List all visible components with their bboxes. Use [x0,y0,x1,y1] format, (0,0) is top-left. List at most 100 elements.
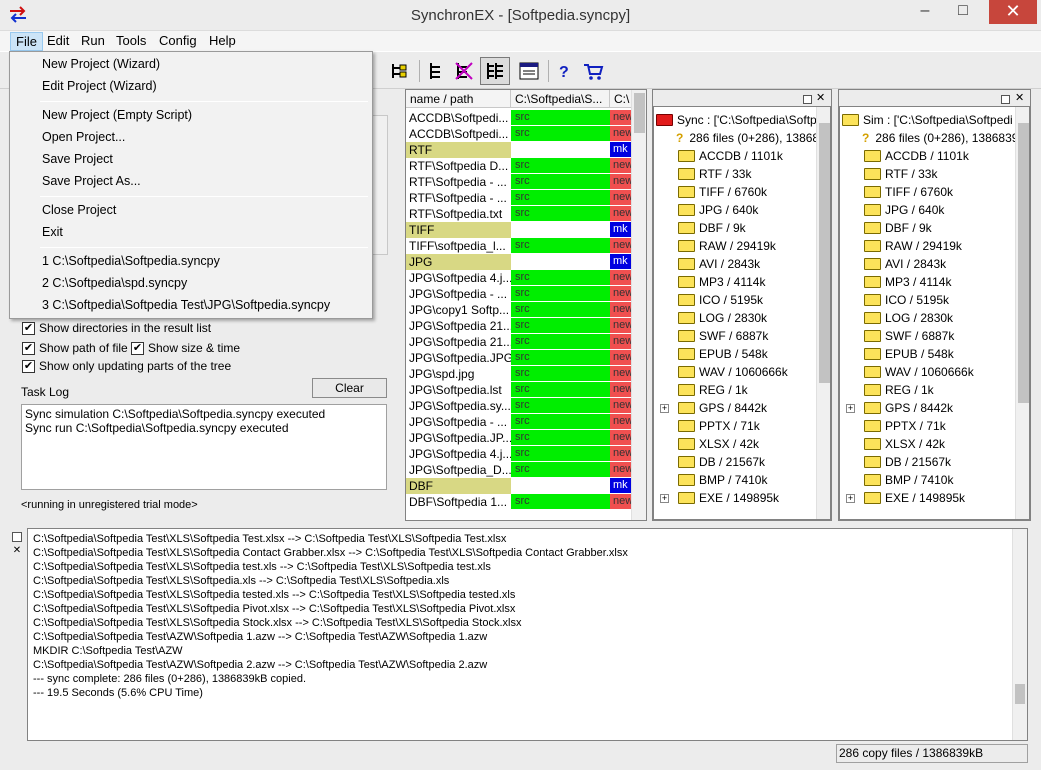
result-file-row[interactable]: RTF\Softpedia - ... src new [406,174,632,190]
sync-tree-item[interactable]: RTF / 33k [660,165,751,183]
result-file-row[interactable]: JPG\Softpedia.JPG src new [406,350,632,366]
result-file-row[interactable]: JPG\Softpedia 21... src new [406,334,632,350]
sim-tree-scrollbar[interactable] [1015,107,1029,519]
scrollbar-thumb[interactable] [1018,123,1029,403]
sync-tree-item[interactable]: AVI / 2843k [660,255,760,273]
result-file-row[interactable]: ACCDB\Softpedi... src new [406,110,632,126]
sim-tree-item[interactable]: PPTX / 71k [846,417,946,435]
scrollbar-thumb[interactable] [1015,684,1025,704]
console-close-icon[interactable]: ✕ [12,546,22,556]
menu-help[interactable]: Help [204,32,241,51]
menu-recent-3[interactable]: 3 C:\Softpedia\Softpedia Test\JPG\Softpe… [42,298,330,312]
result-file-row[interactable]: JPG\copy1 Softp... src new [406,302,632,318]
sync-tree-item[interactable]: RAW / 29419k [660,237,776,255]
sync-tree-item[interactable]: JPG / 640k [660,201,758,219]
sim-tree-item[interactable]: TIFF / 6760k [846,183,953,201]
sim-tree-item[interactable]: ACCDB / 1101k [846,147,969,165]
result-folder-row[interactable]: DBF mk [406,478,632,494]
sync-tree-item[interactable]: EPUB / 548k [660,345,768,363]
result-file-row[interactable]: JPG\spd.jpg src new [406,366,632,382]
sync-tree-item[interactable]: BMP / 7410k [660,471,767,489]
sim-tree-item[interactable]: SWF / 6887k [846,327,954,345]
menu-save-project-as[interactable]: Save Project As... [42,174,141,188]
menu-save-project[interactable]: Save Project [42,152,113,166]
sync-tree-item[interactable]: + EXE / 149895k [660,489,779,507]
scrollbar-thumb[interactable] [634,93,645,133]
menu-recent-1[interactable]: 1 C:\Softpedia\Softpedia.syncpy [42,254,220,268]
expand-plus-icon[interactable]: + [660,494,669,503]
expand-plus-icon[interactable]: + [660,404,669,413]
show-updating-checkbox[interactable]: ✔ [22,360,35,373]
menu-close-project[interactable]: Close Project [42,203,116,217]
sync-tree-item[interactable]: DBF / 9k [660,219,746,237]
scrollbar[interactable] [372,115,388,255]
show-size-checkbox[interactable]: ✔ [131,342,144,355]
result-file-row[interactable]: JPG\Softpedia_D... src new [406,462,632,478]
show-path-checkbox[interactable]: ✔ [22,342,35,355]
console-scrollbar[interactable] [1012,529,1027,740]
result-file-row[interactable]: JPG\Softpedia.JP... src new [406,430,632,446]
sync-tree-item[interactable]: + GPS / 8442k [660,399,767,417]
tree-view-icon[interactable] [426,60,448,82]
menu-new-project-empty[interactable]: New Project (Empty Script) [42,108,192,122]
sync-tree-root[interactable]: Sync : ['C:\Softpedia\Softp [656,111,817,129]
result-file-row[interactable]: JPG\Softpedia 4.j... src new [406,270,632,286]
result-file-row[interactable]: RTF\Softpedia - ... src new [406,190,632,206]
sync-tree-item[interactable]: DB / 21567k [660,453,765,471]
sim-tree-item[interactable]: DB / 21567k [846,453,951,471]
menu-run[interactable]: Run [76,32,110,51]
compare-tree-icon[interactable] [484,60,506,82]
menu-exit[interactable]: Exit [42,225,63,239]
sim-tree-item[interactable]: ICO / 5195k [846,291,949,309]
column-header-source[interactable]: C:\Softpedia\S... [511,90,610,108]
tree-delete-icon[interactable] [453,60,475,82]
sim-tree-item[interactable]: XLSX / 42k [846,435,945,453]
result-list-scrollbar[interactable] [631,90,646,520]
sync-tree-item[interactable]: ICO / 5195k [660,291,763,309]
result-folder-row[interactable]: RTF mk [406,142,632,158]
restore-icon[interactable] [803,95,812,104]
result-file-row[interactable]: RTF\Softpedia D... src new [406,158,632,174]
help-icon[interactable]: ? [553,60,575,82]
restore-icon[interactable] [1001,95,1010,104]
result-file-row[interactable]: JPG\Softpedia.sy... src new [406,398,632,414]
sim-tree-item[interactable]: JPG / 640k [846,201,944,219]
result-file-row[interactable]: JPG\Softpedia 21... src new [406,318,632,334]
menu-file[interactable]: File [10,32,43,51]
sync-tree-item[interactable]: LOG / 2830k [660,309,767,327]
result-file-row[interactable]: ACCDB\Softpedi... src new [406,126,632,142]
menu-new-project-wizard[interactable]: New Project (Wizard) [42,57,160,71]
show-dirs-checkbox[interactable]: ✔ [22,322,35,335]
sim-tree-root[interactable]: Sim : ['C:\Softpedia\Softpedi [842,111,1013,129]
result-file-row[interactable]: JPG\Softpedia - ... src new [406,286,632,302]
close-icon[interactable]: ✕ [1015,93,1027,105]
sim-tree-item[interactable]: REG / 1k [846,381,934,399]
sim-tree-item[interactable]: BMP / 7410k [846,471,953,489]
result-folder-row[interactable]: JPG mk [406,254,632,270]
tree-star-icon[interactable] [388,60,410,82]
sync-tree-scrollbar[interactable] [816,107,830,519]
expand-plus-icon[interactable]: + [846,494,855,503]
result-folder-row[interactable]: TIFF mk [406,222,632,238]
sim-tree-item[interactable]: + GPS / 8442k [846,399,953,417]
column-header-dest[interactable]: C:\ [610,90,632,108]
result-file-row[interactable]: JPG\Softpedia - ... src new [406,414,632,430]
maximize-button[interactable]: □ [946,0,980,24]
result-file-row[interactable]: JPG\Softpedia.lst src new [406,382,632,398]
minimize-button[interactable]: – [908,0,942,24]
result-file-row[interactable]: JPG\Softpedia 4.j... src new [406,446,632,462]
menu-open-project[interactable]: Open Project... [42,130,125,144]
sync-tree-item[interactable]: TIFF / 6760k [660,183,767,201]
sim-tree-item[interactable]: MP3 / 4114k [846,273,951,291]
menu-recent-2[interactable]: 2 C:\Softpedia\spd.syncpy [42,276,187,290]
sync-tree-item[interactable]: SWF / 6887k [660,327,768,345]
close-button[interactable]: ✕ [989,0,1037,24]
sync-tree-item[interactable]: XLSX / 42k [660,435,759,453]
sync-tree-item[interactable]: WAV / 1060666k [660,363,788,381]
expand-plus-icon[interactable]: + [846,404,855,413]
sim-tree-item[interactable]: RAW / 29419k [846,237,962,255]
close-icon[interactable]: ✕ [816,93,828,105]
sync-tree-item[interactable]: REG / 1k [660,381,748,399]
sim-tree-item[interactable]: LOG / 2830k [846,309,953,327]
menu-edit[interactable]: Edit [42,32,74,51]
